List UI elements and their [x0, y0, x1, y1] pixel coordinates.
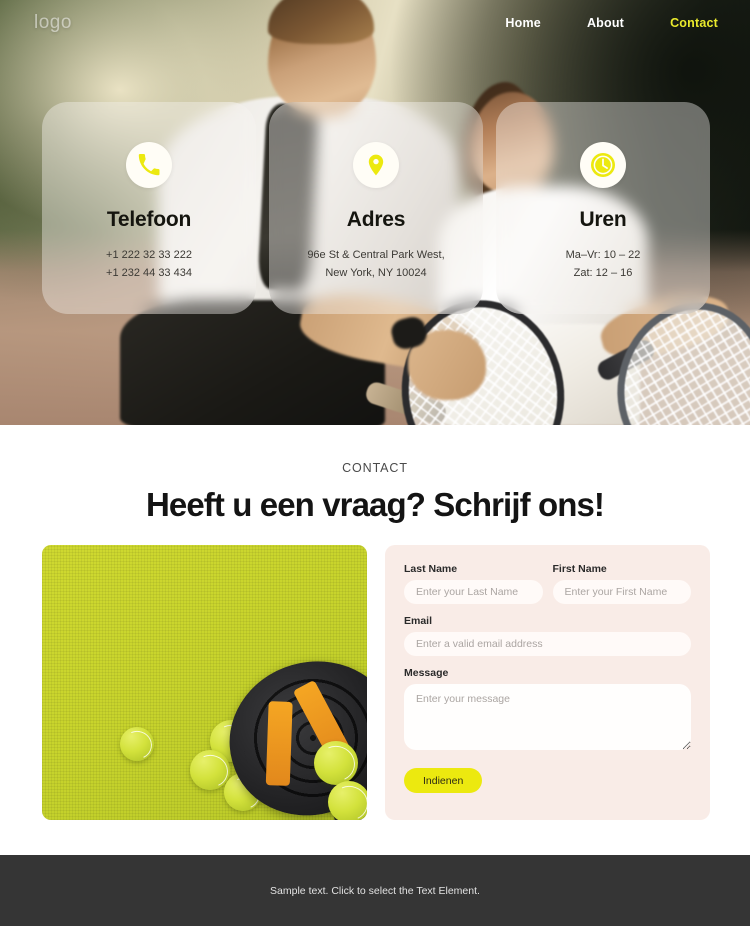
tennis-ball — [328, 781, 367, 820]
info-card-lines: +1 222 32 33 222 +1 232 44 33 434 — [106, 246, 192, 282]
message-input[interactable] — [404, 684, 691, 750]
info-card-uren[interactable]: Uren Ma–Vr: 10 – 22 Zat: 12 – 16 — [496, 102, 710, 314]
info-card-line: New York, NY 10024 — [325, 267, 427, 280]
clock-icon — [580, 142, 626, 188]
message-label: Message — [404, 667, 449, 679]
info-card-line: Zat: 12 – 16 — [573, 267, 633, 280]
tennis-ball — [314, 741, 358, 785]
hero-section: logo Home About Contact Telefoon +1 222 … — [0, 0, 750, 425]
info-card-telefoon[interactable]: Telefoon +1 222 32 33 222 +1 232 44 33 4… — [42, 102, 256, 314]
contact-section: CONTACT Heeft u een vraag? Schrijf ons! … — [0, 425, 750, 855]
top-navigation-bar: logo Home About Contact — [0, 0, 750, 46]
first-name-input[interactable] — [552, 580, 691, 604]
tennis-ball — [120, 727, 154, 761]
last-name-input[interactable] — [404, 580, 543, 604]
contact-info-cards: Telefoon +1 222 32 33 222 +1 232 44 33 4… — [42, 102, 710, 314]
info-card-line: Ma–Vr: 10 – 22 — [565, 249, 641, 261]
tennis-photo — [42, 545, 367, 820]
info-card-line: +1 232 44 33 434 — [106, 267, 192, 280]
section-eyebrow: CONTACT — [342, 461, 408, 475]
phone-icon — [126, 142, 172, 188]
contact-form: Last Name First Name Email Message Indie… — [385, 545, 710, 820]
email-label: Email — [404, 615, 433, 627]
info-card-lines: 96e St & Central Park West, New York, NY… — [307, 246, 444, 282]
submit-button[interactable]: Indienen — [404, 768, 483, 793]
nav-link-about[interactable]: About — [587, 16, 624, 30]
footer: Sample text. Click to select the Text El… — [0, 855, 750, 926]
info-card-title: Telefoon — [106, 208, 192, 231]
info-card-adres[interactable]: Adres 96e St & Central Park West, New Yo… — [269, 102, 483, 314]
nav-link-home[interactable]: Home — [505, 16, 541, 30]
site-logo[interactable]: logo — [34, 12, 72, 34]
page-title: Heeft u een vraag? Schrijf ons! — [145, 486, 605, 523]
info-card-title: Adres — [346, 208, 406, 231]
name-row: Last Name First Name — [404, 563, 691, 604]
first-name-label: First Name — [552, 563, 607, 575]
first-name-group: First Name — [552, 563, 691, 604]
info-card-line: 96e St & Central Park West, — [307, 249, 445, 261]
nav-links: Home About Contact — [505, 16, 718, 30]
nav-link-contact[interactable]: Contact — [670, 16, 718, 30]
message-group: Message — [404, 667, 691, 755]
footer-text[interactable]: Sample text. Click to select the Text El… — [270, 885, 480, 897]
last-name-group: Last Name — [404, 563, 543, 604]
info-card-title: Uren — [579, 208, 627, 231]
map-pin-icon — [353, 142, 399, 188]
info-card-line: +1 222 32 33 222 — [106, 249, 192, 261]
contact-columns: Last Name First Name Email Message Indie… — [42, 545, 710, 820]
info-card-lines: Ma–Vr: 10 – 22 Zat: 12 – 16 — [566, 246, 641, 282]
last-name-label: Last Name — [404, 563, 458, 575]
email-field[interactable] — [404, 632, 691, 656]
tennis-ball — [190, 750, 230, 790]
email-group: Email — [404, 615, 691, 656]
